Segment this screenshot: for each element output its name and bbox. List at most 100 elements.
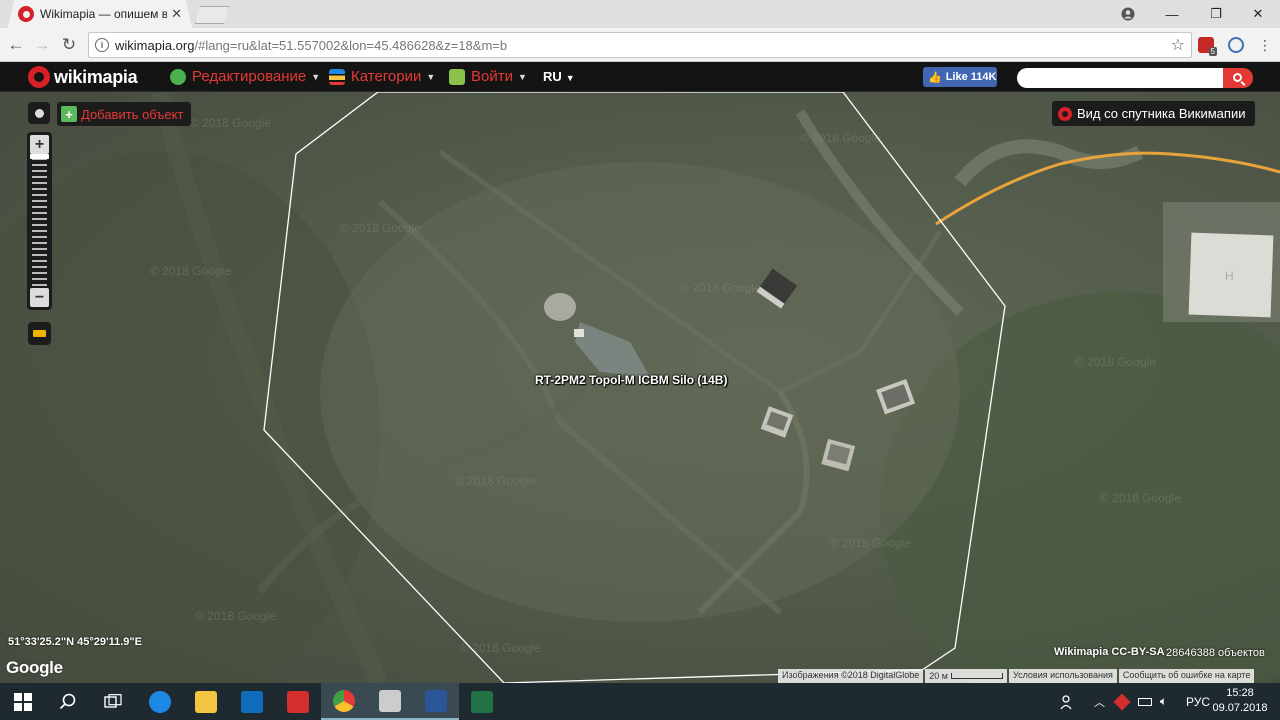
search-button-taskbar[interactable]: [45, 683, 91, 720]
like-count: Like 114K: [945, 71, 997, 83]
input-language[interactable]: РУС: [1186, 683, 1210, 720]
extension-shield-icon[interactable]: 5: [1198, 37, 1217, 56]
location-button[interactable]: [28, 102, 50, 124]
back-button[interactable]: ←: [4, 33, 28, 57]
satellite-view-button[interactable]: Вид со спутника Викимапии: [1052, 101, 1256, 126]
globe-edit-icon: [170, 68, 186, 85]
browser-tab-bar: Wikimapia — опишем ве ✕ — ❐ ✕: [0, 0, 1280, 28]
photos-icon: [379, 689, 401, 712]
search-input[interactable]: [1017, 68, 1223, 88]
show-hidden-icons[interactable]: ︿: [1094, 683, 1105, 720]
search-icon: [1232, 72, 1242, 82]
svg-text:© 2018 Google: © 2018 Google: [830, 536, 911, 550]
wikimapia-logo-icon: [1058, 106, 1072, 121]
new-tab-button[interactable]: [195, 6, 229, 24]
outlook-icon: [241, 690, 263, 713]
license-link[interactable]: Wikimapia CC-BY-SA: [1054, 646, 1165, 658]
address-bar[interactable]: i wikimapia.org/#lang=ru&lat=51.557002&l…: [88, 32, 1192, 58]
extension-drive-icon[interactable]: [1228, 37, 1244, 53]
add-object-button[interactable]: + Добавить объект: [57, 102, 192, 126]
file-explorer-button[interactable]: [183, 683, 229, 720]
extension-badge: 5: [1208, 47, 1217, 56]
scale-bar[interactable]: 20 м: [925, 669, 1007, 683]
start-button[interactable]: [0, 683, 46, 720]
antivirus-tray-icon[interactable]: [1113, 683, 1131, 720]
edge-button[interactable]: [137, 683, 183, 720]
file-explorer-icon: [195, 690, 217, 713]
edge-icon: [149, 690, 171, 713]
map-attribution: Изображения ©2018 DigitalGlobe 20 м Усло…: [776, 669, 1255, 683]
satellite-imagery: H © 2018 Google © 2018 Google © 2018 Goo…: [0, 92, 1280, 683]
menu-login[interactable]: Войти ▼: [449, 68, 527, 85]
volume-icon[interactable]: 🔈︎: [1160, 683, 1167, 720]
report-error-link[interactable]: Сообщить об ошибке на карте: [1118, 669, 1255, 683]
people-icon[interactable]: [1060, 683, 1076, 720]
maximize-button[interactable]: ❐: [1194, 0, 1238, 28]
minimize-button[interactable]: —: [1150, 0, 1194, 28]
photos-button[interactable]: [367, 683, 413, 720]
search-button[interactable]: [1223, 68, 1253, 88]
zoom-out-button[interactable]: −: [30, 288, 49, 307]
svg-text:© 2018 Google: © 2018 Google: [340, 221, 421, 235]
menu-edit-label: Редактирование: [192, 68, 307, 85]
chrome-button[interactable]: [321, 683, 367, 720]
google-logo[interactable]: Google: [6, 658, 63, 678]
clock-date: 09.07.2018: [1212, 702, 1268, 714]
url-host: wikimapia.org: [115, 37, 195, 53]
reload-button[interactable]: ↻: [57, 33, 81, 57]
svg-text:© 2018 Google: © 2018 Google: [460, 641, 541, 655]
zoom-in-button[interactable]: +: [30, 135, 49, 154]
bookmark-star-icon[interactable]: ☆: [1171, 35, 1185, 55]
menu-categories[interactable]: Категории ▼: [329, 68, 435, 85]
svg-text:© 2018 Google: © 2018 Google: [1100, 491, 1181, 505]
add-object-label: Добавить объект: [81, 106, 184, 122]
svg-text:© 2018 Google: © 2018 Google: [1075, 355, 1156, 369]
url-path: /#lang=ru&lat=51.557002&lon=45.486628&z=…: [194, 37, 508, 53]
language-label: RU: [543, 69, 562, 84]
battery-icon[interactable]: [1138, 683, 1152, 720]
svg-text:© 2018 Google: © 2018 Google: [455, 474, 536, 488]
windows-logo-icon: [14, 692, 32, 711]
tab-title: Wikimapia — опишем ве: [40, 7, 168, 21]
zoom-slider-thumb[interactable]: [30, 154, 49, 159]
svg-text:© 2018 Google: © 2018 Google: [150, 264, 231, 278]
tab-close-icon[interactable]: ✕: [171, 6, 182, 22]
scale-line: [950, 673, 1003, 679]
acrobat-button[interactable]: [275, 683, 321, 720]
outlook-button[interactable]: [229, 683, 275, 720]
facebook-like-button[interactable]: 👍 Like 114K: [923, 67, 997, 87]
svg-text:H: H: [1225, 269, 1234, 283]
zoom-slider[interactable]: [32, 158, 47, 286]
language-selector[interactable]: RU ▼: [543, 69, 575, 84]
scale-label: 20 м: [929, 671, 948, 681]
categories-icon: [329, 68, 345, 85]
ruler-button[interactable]: [28, 322, 51, 345]
word-button[interactable]: [413, 683, 459, 720]
thumbs-up-icon: 👍: [928, 71, 942, 84]
forward-button[interactable]: →: [30, 33, 54, 57]
acrobat-icon: [287, 690, 309, 713]
object-label[interactable]: RT-2PM2 Topol-M ICBM Silo (14B): [535, 373, 727, 387]
logo-text: wikimapia: [54, 66, 138, 87]
url-text[interactable]: wikimapia.org/#lang=ru&lat=51.557002&lon…: [115, 38, 1171, 53]
browser-tab[interactable]: Wikimapia — опишем ве ✕: [8, 0, 192, 28]
add-icon: +: [61, 106, 77, 122]
chrome-icon: [333, 689, 355, 712]
windows-taskbar: ︿ 🔈︎ РУС 15:28 09.07.2018: [0, 683, 1280, 720]
svg-text:© 2018 Google: © 2018 Google: [800, 131, 881, 145]
chrome-menu-icon[interactable]: ⋮: [1253, 33, 1277, 57]
chevron-down-icon: ▼: [565, 73, 575, 83]
system-clock[interactable]: 15:28 09.07.2018: [1208, 686, 1272, 716]
terms-link[interactable]: Условия использования: [1008, 669, 1117, 683]
excel-button[interactable]: [459, 683, 505, 720]
map-view[interactable]: H © 2018 Google © 2018 Google © 2018 Goo…: [0, 92, 1280, 683]
profile-icon[interactable]: [1106, 0, 1150, 28]
search-icon: [59, 693, 76, 709]
browser-toolbar: ← → ↻ i wikimapia.org/#lang=ru&lat=51.55…: [0, 28, 1280, 62]
ruler-icon: [33, 330, 46, 337]
wikimapia-logo[interactable]: wikimapia: [28, 66, 138, 88]
close-window-button[interactable]: ✕: [1236, 0, 1280, 28]
task-view-button[interactable]: [90, 683, 136, 720]
menu-edit[interactable]: Редактирование ▼: [170, 68, 320, 85]
site-info-icon[interactable]: i: [95, 38, 109, 52]
